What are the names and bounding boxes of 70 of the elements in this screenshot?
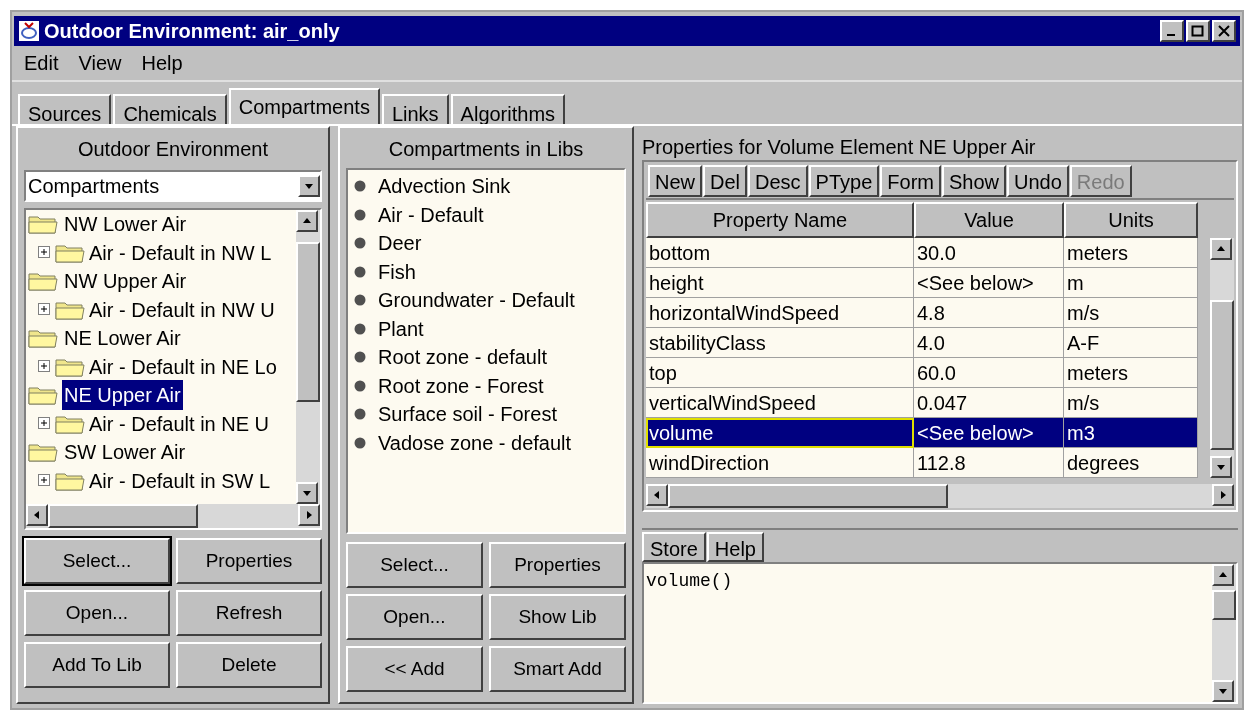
action-button[interactable]: Smart Add [489,646,626,692]
table-row[interactable]: top 60.0 meters [646,358,1198,388]
table-row[interactable]: stabilityClass 4.0 A-F [646,328,1198,358]
table-cell: windDirection [646,448,914,478]
toolbar-button[interactable]: Show [942,165,1006,197]
action-button[interactable]: Select... [24,538,170,584]
tree-item[interactable]: Air - Default in NE Lo [89,351,277,382]
table-cell: degrees [1064,448,1198,478]
tab[interactable]: Links [381,94,449,124]
table-row[interactable]: height <See below> m [646,268,1198,298]
action-button[interactable]: Properties [176,538,322,584]
list-item[interactable]: Root zone - default [378,342,547,373]
action-button[interactable]: Select... [346,542,483,588]
menu-item[interactable]: Help [141,48,183,78]
tree-item[interactable]: NE Upper Air [62,380,183,411]
column-header[interactable]: Units [1064,202,1198,238]
tab[interactable]: Chemicals [113,94,227,124]
tree-item[interactable]: Air - Default in NE U [89,408,270,439]
toolbar-button[interactable]: New [648,165,702,197]
action-button[interactable]: Delete [176,642,322,688]
column-header[interactable]: Value [914,202,1064,238]
dropdown[interactable]: Compartments [24,170,322,202]
table-row[interactable]: verticalWindSpeed 0.047 m/s [646,388,1198,418]
list-item[interactable]: Vadose zone - default [378,427,572,458]
action-button[interactable]: Show Lib [489,594,626,640]
tree-item[interactable]: NW Upper Air [62,266,189,297]
panel-title: Compartments in Libs [387,137,585,162]
table-row[interactable]: windDirection 112.8 degrees [646,448,1198,478]
table-row[interactable]: bottom 30.0 meters [646,238,1198,268]
list-item[interactable]: Groundwater - Default [378,285,575,316]
list-item[interactable]: Plant [378,313,424,344]
action-button[interactable]: Open... [24,590,170,636]
tab[interactable]: Sources [18,94,112,124]
menu-item[interactable]: Edit [24,48,59,78]
list-item[interactable]: Air - Default [378,199,484,230]
window-title: Outdoor Environment: air_only [44,19,340,44]
action-button[interactable]: Properties [489,542,626,588]
table-cell: 112.8 [914,448,1064,478]
action-button[interactable]: Add To Lib [24,642,170,688]
tab[interactable]: Compartments [228,88,380,124]
toolbar-button[interactable]: Undo [1007,165,1069,197]
list-item[interactable]: Deer [378,228,422,259]
list-item[interactable]: Advection Sink [378,171,511,202]
editor-tab[interactable]: Store [642,532,706,562]
table-row[interactable]: horizontalWindSpeed 4.8 m/s [646,298,1198,328]
toolbar-button[interactable]: Form [880,165,941,197]
panel-title: Properties for Volume Element NE Upper Air [642,135,1037,160]
list-item[interactable]: Surface soil - Forest [378,399,557,430]
menu-item[interactable]: View [78,48,122,78]
action-button[interactable]: Open... [346,594,483,640]
tree-item[interactable]: NW Lower Air [62,210,189,240]
tree-item[interactable]: SW Lower Air [62,437,188,468]
panel-title: Outdoor Environment [76,137,270,162]
toolbar-button[interactable]: PType [808,165,880,197]
tree-item[interactable]: NE Lower Air [62,323,183,354]
tree-item[interactable]: Air - Default in NW U [89,294,275,325]
list-item[interactable]: Root zone - Forest [378,370,544,401]
action-button[interactable]: Refresh [176,590,322,636]
tab[interactable]: Algorithms [450,94,566,124]
table-row[interactable]: volume <See below> m3 [646,418,1198,448]
tree-item[interactable]: Air - Default in NW L [89,237,272,268]
list-item[interactable]: Fish [378,256,416,287]
tree-item[interactable]: Air - Default in SW L [89,465,271,496]
action-button[interactable]: << Add [346,646,483,692]
table-cell: volume [646,418,914,448]
editor-tab[interactable]: Help [706,532,764,562]
toolbar-button[interactable]: Del [703,165,748,197]
column-header[interactable]: Property Name [646,202,914,238]
table-cell: verticalWindSpeed [646,388,914,418]
toolbar-button[interactable]: Desc [748,165,808,197]
